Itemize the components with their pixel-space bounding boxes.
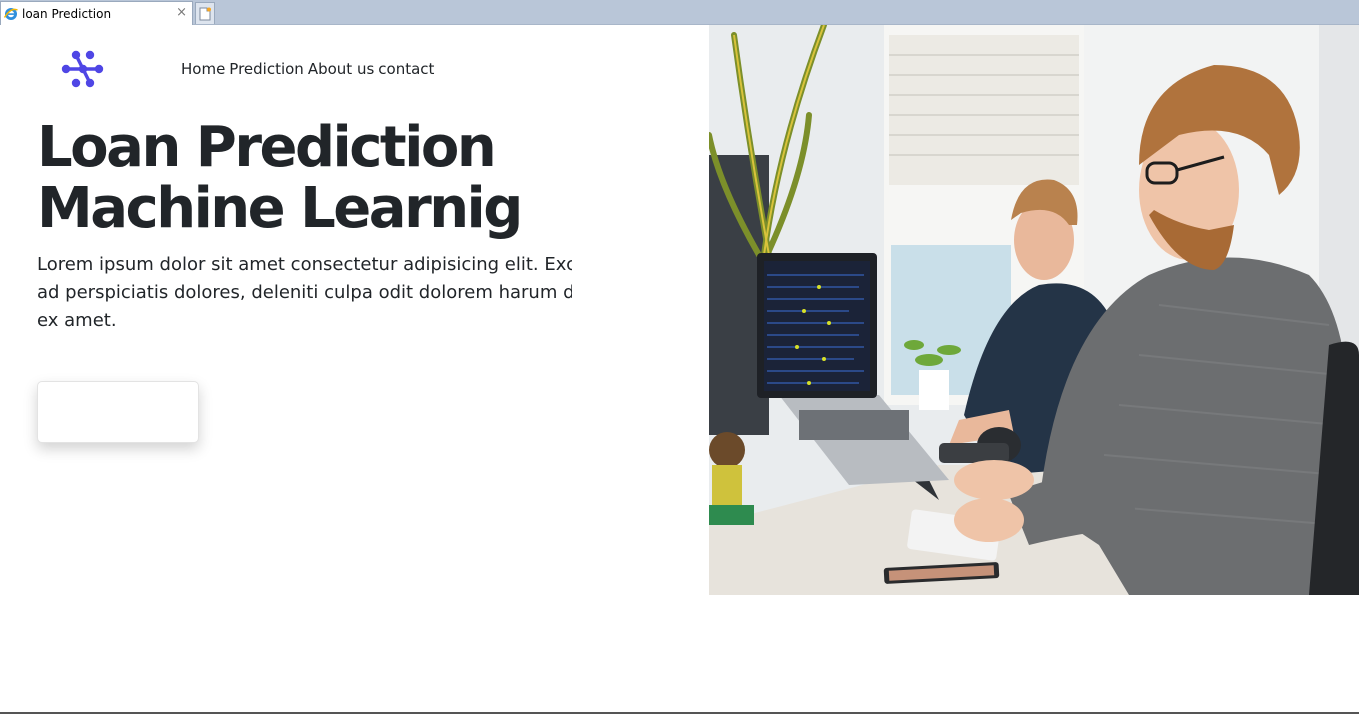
close-icon[interactable]: × xyxy=(176,5,187,21)
main-nav: Home Prediction About us contact xyxy=(181,60,434,78)
page: Home Prediction About us contact Loan Pr… xyxy=(0,25,1359,714)
tab-title: loan Prediction xyxy=(22,6,112,21)
dots-logo-icon[interactable] xyxy=(60,48,106,90)
nav-link-contact[interactable]: contact xyxy=(378,60,434,78)
hero-photo xyxy=(709,25,1359,595)
hero-description-line-1: Lorem ipsum dolor sit amet consectetur a… xyxy=(37,254,572,275)
browser-tab[interactable]: loan Prediction × xyxy=(0,1,193,25)
new-tab-button[interactable] xyxy=(195,2,215,24)
browser-tab-strip: loan Prediction × xyxy=(0,0,1359,25)
hero-title: Loan Prediction Machine Learnig xyxy=(37,117,597,239)
nav-link-about-us[interactable]: About us xyxy=(308,60,374,78)
nav-link-home[interactable]: Home xyxy=(181,60,225,78)
nav-link-prediction[interactable]: Prediction xyxy=(229,60,304,78)
hero-title-line-1: Loan Prediction xyxy=(37,115,497,180)
hero-description: Lorem ipsum dolor sit amet consectetur a… xyxy=(37,251,572,335)
new-tab-icon xyxy=(199,7,211,20)
ie-icon xyxy=(3,7,18,20)
hero-title-line-2: Machine Learnig xyxy=(37,176,523,241)
hero-cta-button[interactable] xyxy=(37,381,199,443)
hero-description-line-3: ex amet. xyxy=(37,310,117,331)
hero-description-line-2: ad perspiciatis dolores, deleniti culpa … xyxy=(37,282,572,303)
